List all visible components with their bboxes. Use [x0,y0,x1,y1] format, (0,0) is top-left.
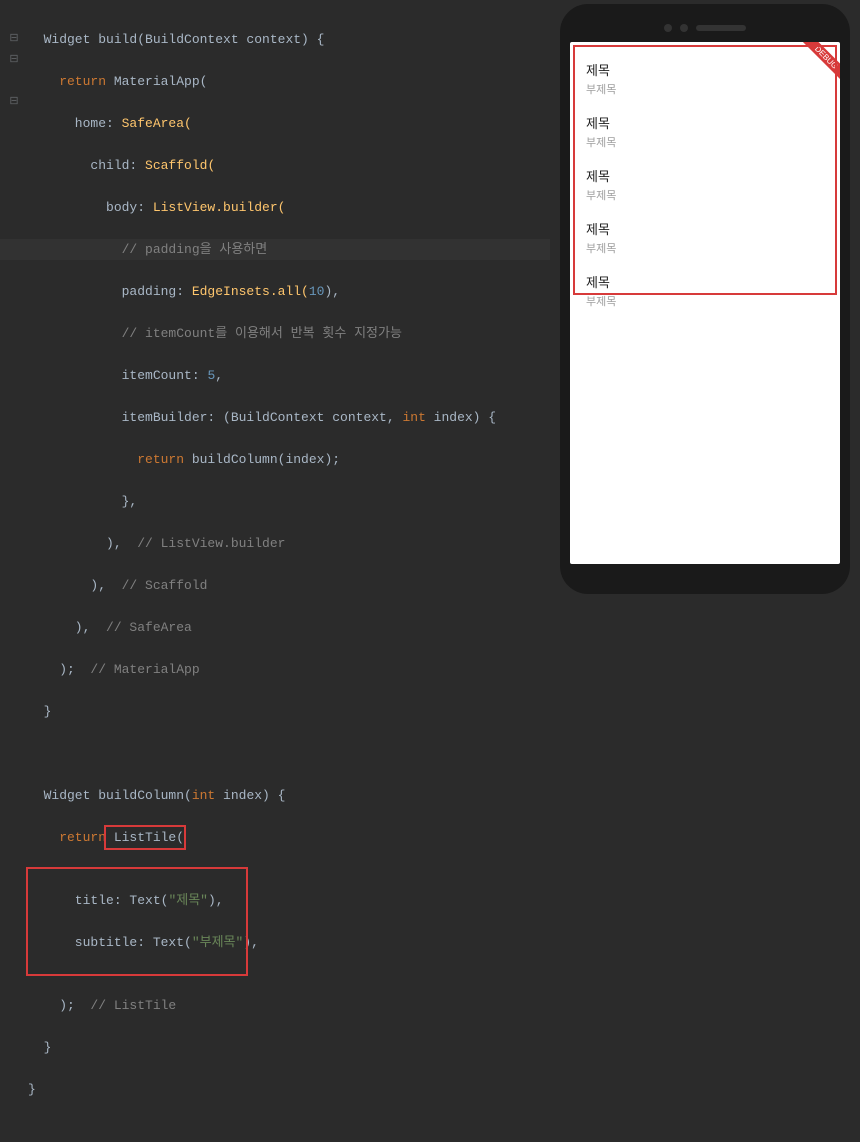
tile-subtitle: 부제목 [586,81,824,97]
tile-title: 제목 [586,166,824,185]
tile-title: 제목 [586,113,824,132]
list-tile[interactable]: 제목 부제목 [580,52,830,105]
fold-icon[interactable] [0,8,28,29]
tile-subtitle: 부제목 [586,240,824,256]
tile-subtitle: 부제목 [586,293,824,309]
highlight-listtile: ListTile( [106,827,184,848]
list-tile[interactable]: 제목 부제목 [580,105,830,158]
fold-icon[interactable]: ⊟ [0,92,28,113]
fold-icon[interactable]: ⊟ [0,29,28,50]
tile-title: 제목 [586,219,824,238]
code-editor[interactable]: ⊟ ⊟ ⊟ Widget build(BuildContext context)… [0,0,550,640]
tile-title: 제목 [586,60,824,79]
sensor-icon [680,24,688,32]
fold-icon[interactable]: ⊟ [0,50,28,71]
list-tile[interactable]: 제목 부제목 [580,211,830,264]
device-preview-pane: DEBUG 제목 부제목 제목 부제목 제목 부제목 제목 부제목 [550,0,860,640]
highlight-title-subtitle: title: Text("제목"), subtitle: Text("부제목")… [28,869,246,974]
list-tile[interactable]: 제목 부제목 [580,158,830,211]
phone-screen[interactable]: DEBUG 제목 부제목 제목 부제목 제목 부제목 제목 부제목 [570,42,840,564]
tile-subtitle: 부제목 [586,187,824,203]
camera-icon [664,24,672,32]
code-block: Widget build(BuildContext context) { ret… [28,8,550,1142]
phone-frame: DEBUG 제목 부제목 제목 부제목 제목 부제목 제목 부제목 [560,4,850,594]
gutter: ⊟ ⊟ ⊟ [0,8,28,113]
phone-chin [570,564,840,584]
tile-title: 제목 [586,272,824,291]
list-view[interactable]: 제목 부제목 제목 부제목 제목 부제목 제목 부제목 제목 부제목 [570,42,840,327]
tile-subtitle: 부제목 [586,134,824,150]
speaker-icon [696,25,746,31]
list-tile[interactable]: 제목 부제목 [580,264,830,317]
phone-notch [570,14,840,42]
